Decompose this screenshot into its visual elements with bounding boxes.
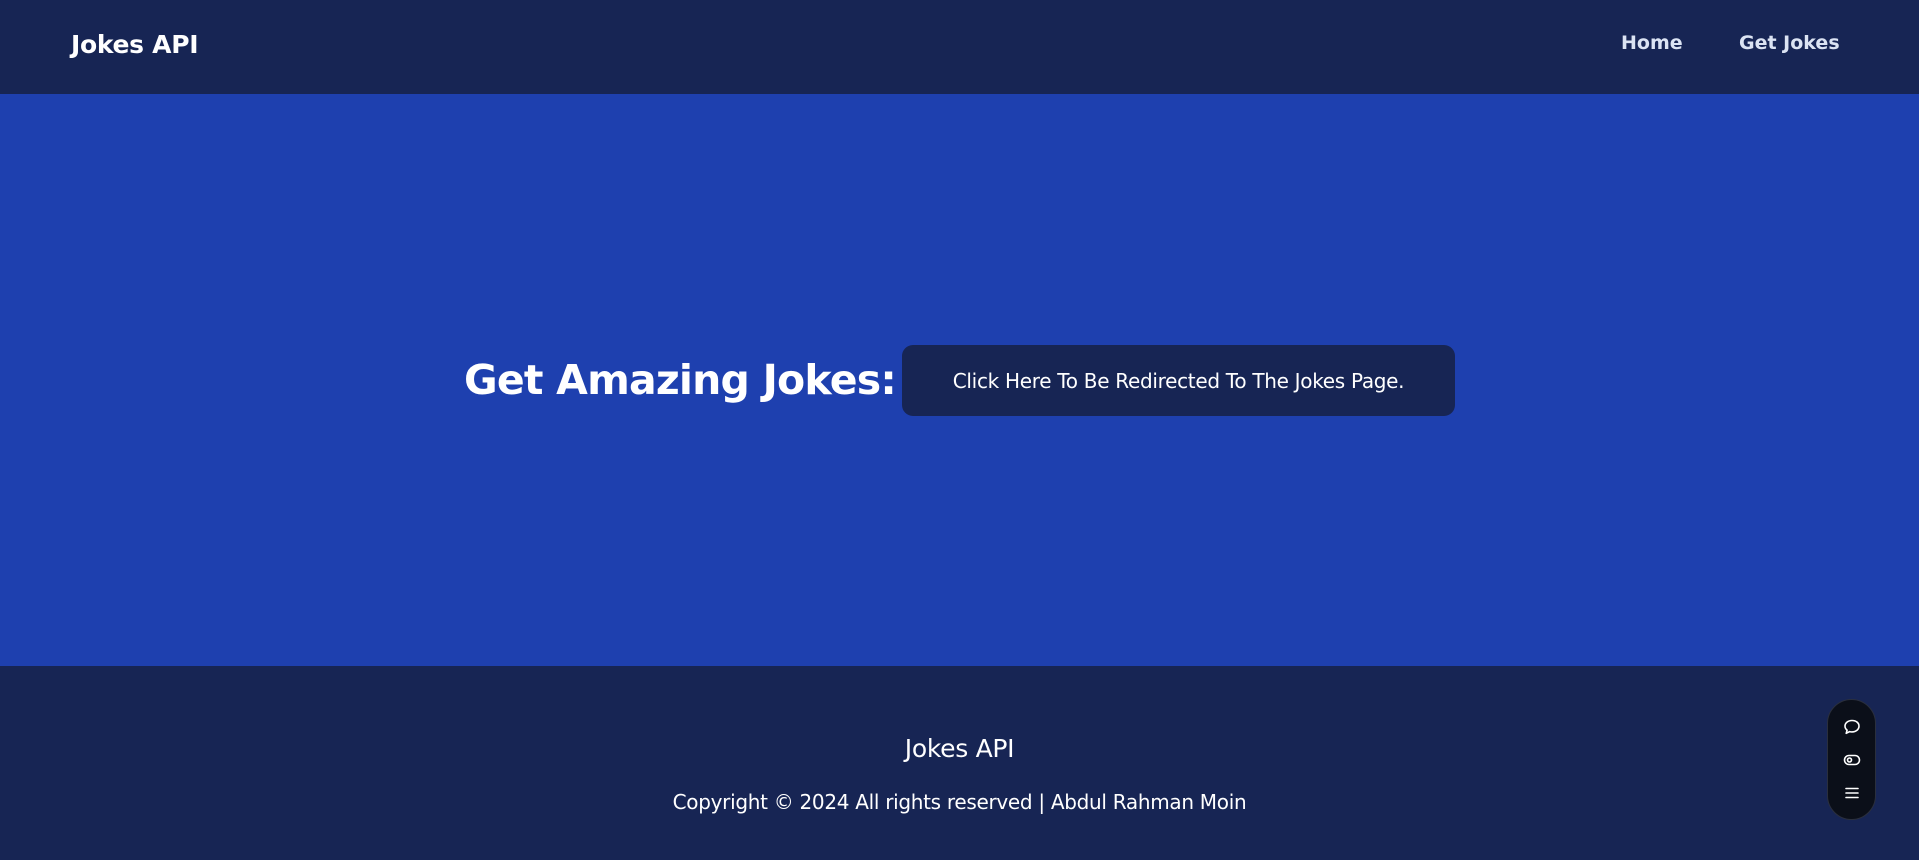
jokes-redirect-button[interactable]: Click Here To Be Redirected To The Jokes… <box>902 345 1455 416</box>
brand-logo-text[interactable]: Jokes API <box>71 30 199 59</box>
hero-section: Get Amazing Jokes: Click Here To Be Redi… <box>0 94 1919 666</box>
floating-toolbar <box>1827 699 1876 820</box>
eye-toggle-icon[interactable] <box>1837 745 1867 775</box>
hero-heading: Get Amazing Jokes: <box>464 356 897 404</box>
menu-icon[interactable] <box>1837 778 1867 808</box>
footer: Jokes API Copyright © 2024 All rights re… <box>0 666 1919 860</box>
nav-link-home[interactable]: Home <box>1621 32 1683 54</box>
chat-bubble-icon[interactable] <box>1837 712 1867 742</box>
footer-copyright: Copyright © 2024 All rights reserved | A… <box>672 790 1247 814</box>
nav-link-get-jokes[interactable]: Get Jokes <box>1739 32 1840 54</box>
navbar: Jokes API Home Get Jokes <box>0 0 1919 94</box>
footer-title: Jokes API <box>904 734 1015 763</box>
